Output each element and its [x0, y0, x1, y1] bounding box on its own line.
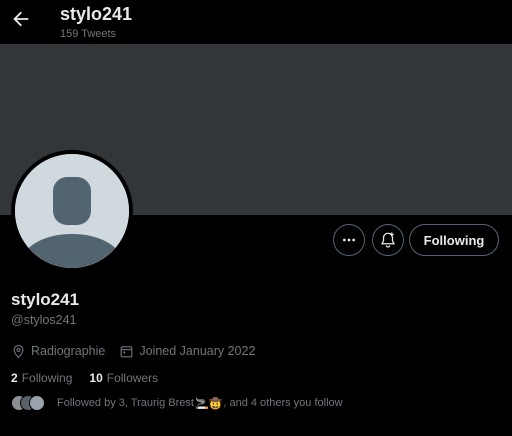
- followed-by-row[interactable]: Followed by 3, Traurig Brest 🚬🤠 , and 4 …: [11, 394, 343, 412]
- followed-by-prefix: Followed by 3, Traurig Brest: [57, 397, 194, 409]
- joined-text: Joined January 2022: [139, 344, 256, 358]
- header-display-name: stylo241: [60, 4, 133, 24]
- header-tweet-count: 159 Tweets: [60, 28, 117, 40]
- more-dots-icon: [343, 238, 355, 242]
- joined-item: Joined January 2022: [119, 344, 255, 359]
- profile-handle: @stylos241: [11, 313, 77, 327]
- follower-avatars: [11, 394, 49, 412]
- follow-stats: 2 Following 10 Followers: [11, 371, 175, 385]
- profile-display-name: stylo241: [11, 290, 80, 309]
- avatar[interactable]: [11, 150, 133, 272]
- location-item: Radiographie: [11, 344, 105, 359]
- bell-plus-icon: [380, 232, 396, 248]
- location-pin-icon: [13, 344, 24, 358]
- followed-by-emoji: 🚬🤠: [194, 397, 223, 410]
- following-link[interactable]: 2 Following: [11, 371, 72, 385]
- following-button[interactable]: Following: [409, 224, 499, 256]
- profile-meta: Radiographie Joined January 2022: [11, 342, 269, 360]
- top-bar: stylo241 159 Tweets: [0, 0, 512, 44]
- notify-button[interactable]: [372, 224, 404, 256]
- following-count: 2: [11, 371, 18, 385]
- followed-by-suffix: , and 4 others you follow: [223, 397, 343, 409]
- follower-avatar: [29, 395, 45, 411]
- calendar-icon: [120, 345, 133, 357]
- followers-link[interactable]: 10 Followers: [89, 371, 158, 385]
- following-label: Following: [21, 371, 73, 385]
- back-arrow-icon[interactable]: [10, 8, 32, 30]
- followers-label: Followers: [106, 371, 159, 385]
- default-avatar-icon: [15, 154, 129, 268]
- followers-count: 10: [89, 371, 103, 385]
- more-button[interactable]: [333, 224, 365, 256]
- location-text: Radiographie: [31, 344, 106, 358]
